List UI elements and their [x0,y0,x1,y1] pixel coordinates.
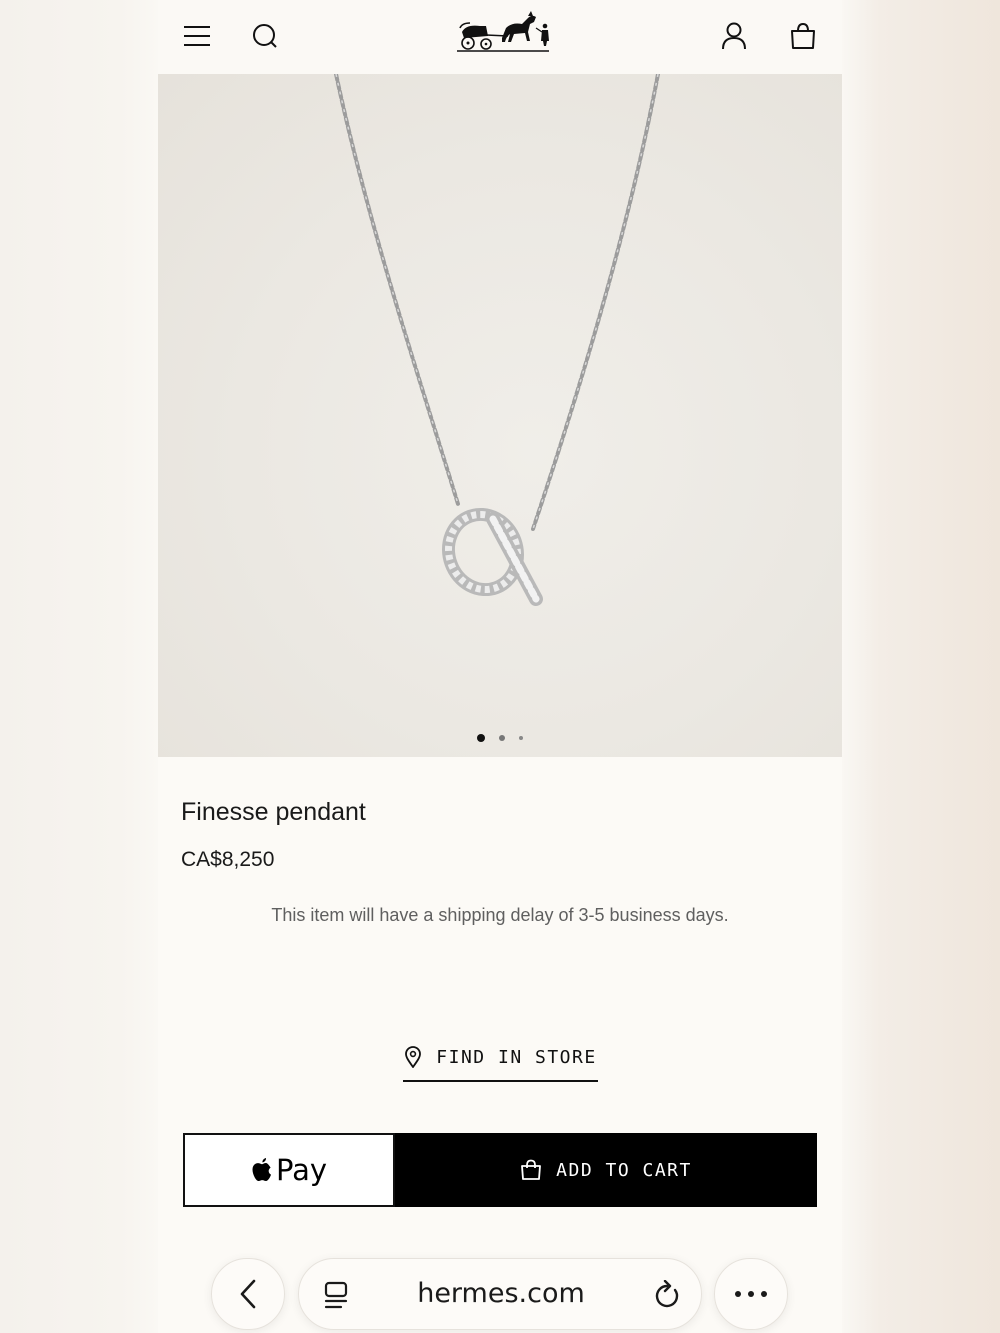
carousel-dot-active[interactable] [477,734,485,742]
horse-carriage-logo [457,11,549,52]
carousel-dot[interactable] [519,736,523,740]
shipping-note: This item will have a shipping delay of … [271,905,729,925]
location-pin-icon [405,1046,422,1068]
site-header [158,0,842,74]
browser-address-bar[interactable]: hermes.com [298,1258,702,1330]
menu-button[interactable] [177,16,217,56]
apple-logo-icon [252,1158,271,1181]
apple-pay-label: Pay [275,1153,328,1187]
url-text: hermes.com [417,1278,585,1309]
shopping-bag-icon [791,22,815,49]
carousel-dot[interactable] [499,735,505,741]
add-to-cart-label: ADD TO CART [556,1159,692,1181]
product-page: Finesse pendant CA$8,250 This item will … [158,0,842,1333]
browser-more-button[interactable] [714,1258,788,1330]
find-in-store-button[interactable]: FIND IN STORE [403,1034,598,1082]
chevron-left-icon [240,1279,256,1309]
more-dots-icon [735,1291,767,1297]
account-button[interactable] [714,16,754,56]
hamburger-menu-icon [184,26,210,46]
product-title: Finesse pendant [181,798,366,826]
necklace-image [334,74,660,606]
apple-pay-button[interactable]: Pay [183,1133,395,1207]
shopping-bag-icon [521,1159,542,1180]
product-price: CA$8,250 [181,848,275,871]
reload-icon [655,1279,679,1308]
carousel-pagination [158,732,842,744]
search-button[interactable] [245,16,285,56]
find-in-store-label: FIND IN STORE [436,1046,597,1068]
product-image-carousel[interactable] [158,74,842,757]
reload-button[interactable] [653,1279,681,1315]
add-to-cart-button[interactable]: ADD TO CART [395,1133,817,1207]
browser-back-button[interactable] [211,1258,285,1330]
brand-logo[interactable] [456,8,556,56]
search-icon [253,24,277,48]
cart-button[interactable] [783,16,823,56]
user-icon [722,22,746,50]
